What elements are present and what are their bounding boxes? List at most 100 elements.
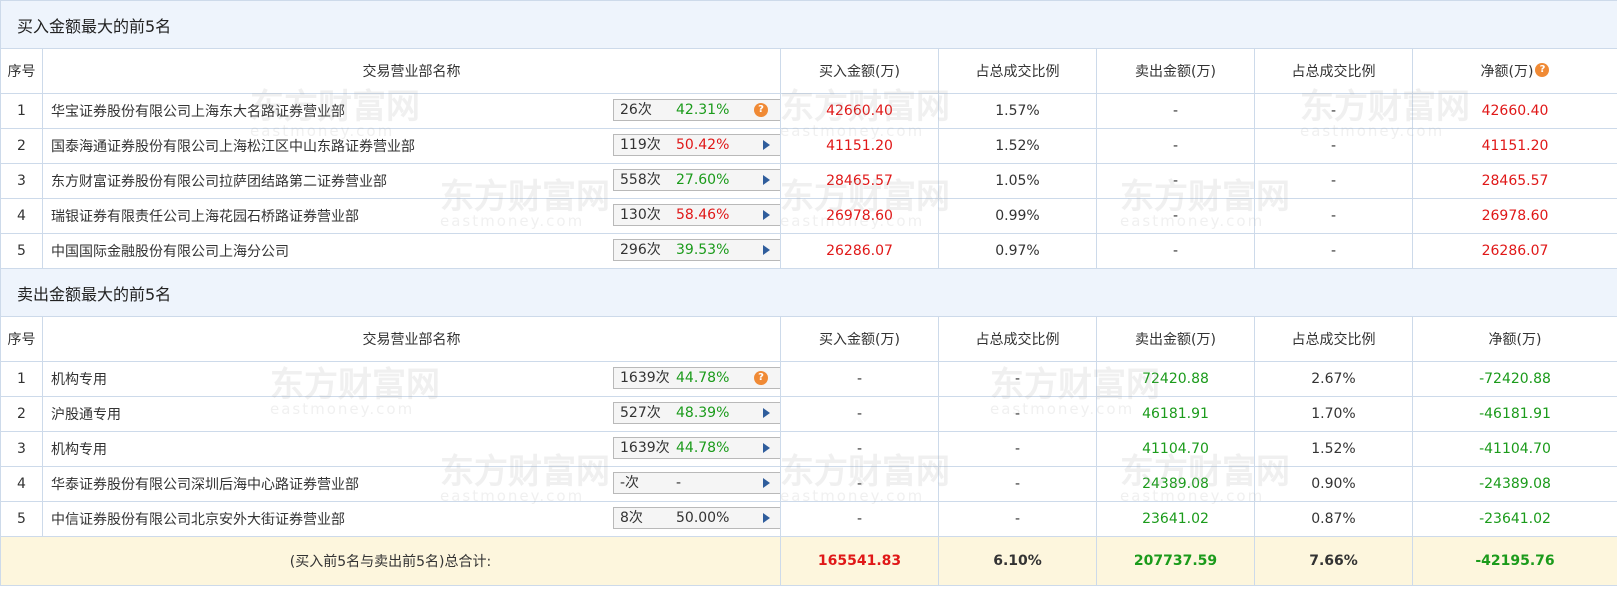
branch-stats-chip[interactable]: 1639次 44.78%: [613, 437, 780, 459]
total-buy-amount: 165541.83: [780, 536, 939, 586]
chip-times: 119次: [620, 137, 661, 153]
row-buy-amount: 41151.20: [780, 128, 939, 164]
row-buy-amount: -: [780, 501, 939, 537]
arrow-right-icon[interactable]: [763, 478, 770, 488]
branch-stats-chip[interactable]: 1639次 44.78% ?: [613, 367, 780, 389]
row-buy-ratio: 0.99%: [938, 198, 1097, 234]
row-buy-ratio: -: [938, 396, 1097, 432]
sell-section-title: 卖出金额最大的前5名: [0, 268, 1617, 317]
row-sell-ratio: 0.87%: [1254, 501, 1413, 537]
chip-times: -次: [620, 475, 640, 491]
table-row: 5 中信证券股份有限公司北京安外大街证券营业部 8次 50.00% - - 23…: [0, 501, 1617, 537]
chip-times: 296次: [620, 242, 661, 258]
row-sell-ratio: 0.90%: [1254, 466, 1413, 502]
question-circle-icon[interactable]: ?: [1535, 63, 1550, 77]
row-sell-ratio: 1.70%: [1254, 396, 1413, 432]
row-branch-cell: 沪股通专用 527次 48.39%: [42, 396, 781, 432]
row-sell-ratio: -: [1254, 198, 1413, 234]
row-branch-name[interactable]: 中信证券股份有限公司北京安外大街证券营业部: [51, 509, 345, 529]
chip-percent: 27.60%: [676, 172, 730, 188]
arrow-right-icon[interactable]: [763, 140, 770, 150]
row-buy-amount: 42660.40: [780, 93, 939, 129]
table-row: 2 沪股通专用 527次 48.39% - - 46181.91 1.70% -…: [0, 396, 1617, 432]
total-label: (买入前5名与卖出前5名)总合计:: [0, 536, 781, 586]
row-branch-cell: 中信证券股份有限公司北京安外大街证券营业部 8次 50.00%: [42, 501, 781, 537]
chip-percent: 42.31%: [676, 102, 730, 118]
row-branch-cell: 瑞银证券有限责任公司上海花园石桥路证券营业部 130次 58.46%: [42, 198, 781, 234]
row-branch-cell: 华宝证券股份有限公司上海东大名路证券营业部 26次 42.31% ?: [42, 93, 781, 129]
col-net-label: 净额(万): [1480, 64, 1534, 80]
row-branch-name[interactable]: 华泰证券股份有限公司深圳后海中心路证券营业部: [51, 474, 359, 494]
col-buy-ratio: 占总成交比例: [938, 316, 1097, 362]
chip-percent: 39.53%: [676, 242, 730, 258]
row-net: 41151.20: [1411, 128, 1617, 164]
row-buy-ratio: -: [938, 431, 1097, 467]
row-net: -41104.70: [1411, 431, 1617, 467]
row-branch-name[interactable]: 华宝证券股份有限公司上海东大名路证券营业部: [51, 101, 345, 121]
chip-times: 1639次: [620, 440, 670, 456]
row-branch-name[interactable]: 机构专用: [51, 369, 107, 389]
row-rank: 4: [0, 198, 43, 234]
branch-stats-chip[interactable]: 130次 58.46%: [613, 204, 780, 226]
table-row: 4 华泰证券股份有限公司深圳后海中心路证券营业部 -次 - - - 24389.…: [0, 466, 1617, 502]
row-branch-name[interactable]: 机构专用: [51, 439, 107, 459]
buy-table-header: 序号 交易营业部名称 买入金额(万) 占总成交比例 卖出金额(万) 占总成交比例…: [0, 48, 1617, 94]
question-circle-icon[interactable]: ?: [754, 371, 768, 385]
row-net: -23641.02: [1411, 501, 1617, 537]
col-sell-amount: 卖出金额(万): [1096, 316, 1255, 362]
row-rank: 1: [0, 361, 43, 397]
arrow-right-icon[interactable]: [763, 443, 770, 453]
row-sell-ratio: -: [1254, 163, 1413, 199]
branch-stats-chip[interactable]: 8次 50.00%: [613, 507, 780, 529]
buy-section-title: 买入金额最大的前5名: [0, 0, 1617, 49]
row-branch-name[interactable]: 瑞银证券有限责任公司上海花园石桥路证券营业部: [51, 206, 359, 226]
row-branch-name[interactable]: 沪股通专用: [51, 404, 121, 424]
table-row: 4 瑞银证券有限责任公司上海花园石桥路证券营业部 130次 58.46% 269…: [0, 198, 1617, 234]
row-branch-cell: 东方财富证券股份有限公司拉萨团结路第二证券营业部 558次 27.60%: [42, 163, 781, 199]
row-net: 28465.57: [1411, 163, 1617, 199]
col-buy-amount: 买入金额(万): [780, 48, 939, 94]
branch-stats-chip[interactable]: 527次 48.39%: [613, 402, 780, 424]
row-net: 42660.40: [1411, 93, 1617, 129]
row-net: 26978.60: [1411, 198, 1617, 234]
arrow-right-icon[interactable]: [763, 513, 770, 523]
row-buy-ratio: 1.57%: [938, 93, 1097, 129]
row-sell-amount: 72420.88: [1096, 361, 1255, 397]
row-sell-amount: 41104.70: [1096, 431, 1255, 467]
col-buy-ratio: 占总成交比例: [938, 48, 1097, 94]
row-branch-cell: 机构专用 1639次 44.78% ?: [42, 361, 781, 397]
row-net: 26286.07: [1411, 233, 1617, 269]
row-rank: 2: [0, 128, 43, 164]
col-sell-amount: 卖出金额(万): [1096, 48, 1255, 94]
arrow-right-icon[interactable]: [763, 408, 770, 418]
branch-stats-chip[interactable]: -次 -: [613, 472, 780, 494]
row-buy-ratio: -: [938, 361, 1097, 397]
row-branch-name[interactable]: 东方财富证券股份有限公司拉萨团结路第二证券营业部: [51, 171, 387, 191]
chip-times: 527次: [620, 405, 661, 421]
branch-stats-chip[interactable]: 119次 50.42%: [613, 134, 780, 156]
branch-stats-chip[interactable]: 296次 39.53%: [613, 239, 780, 261]
col-sell-ratio: 占总成交比例: [1254, 316, 1413, 362]
total-buy-ratio: 6.10%: [938, 536, 1097, 586]
arrow-right-icon[interactable]: [763, 210, 770, 220]
col-sell-ratio: 占总成交比例: [1254, 48, 1413, 94]
arrow-right-icon[interactable]: [763, 245, 770, 255]
sell-section-header: 卖出金额最大的前5名: [0, 268, 1617, 317]
arrow-right-icon[interactable]: [763, 175, 770, 185]
total-net: -42195.76: [1411, 536, 1617, 586]
table-row: 1 机构专用 1639次 44.78% ? - - 72420.88 2.67%…: [0, 361, 1617, 397]
row-buy-amount: -: [780, 431, 939, 467]
row-branch-name[interactable]: 中国国际金融股份有限公司上海分公司: [51, 241, 289, 261]
question-circle-icon[interactable]: ?: [754, 103, 768, 117]
row-buy-ratio: 1.05%: [938, 163, 1097, 199]
row-branch-name[interactable]: 国泰海通证券股份有限公司上海松江区中山东路证券营业部: [51, 136, 415, 156]
chip-times: 558次: [620, 172, 661, 188]
table-row: 2 国泰海通证券股份有限公司上海松江区中山东路证券营业部 119次 50.42%…: [0, 128, 1617, 164]
row-branch-cell: 华泰证券股份有限公司深圳后海中心路证券营业部 -次 -: [42, 466, 781, 502]
chip-percent: 50.42%: [676, 137, 730, 153]
branch-stats-chip[interactable]: 558次 27.60%: [613, 169, 780, 191]
branch-stats-chip[interactable]: 26次 42.31% ?: [613, 99, 780, 121]
row-branch-cell: 中国国际金融股份有限公司上海分公司 296次 39.53%: [42, 233, 781, 269]
sell-table-header: 序号 交易营业部名称 买入金额(万) 占总成交比例 卖出金额(万) 占总成交比例…: [0, 316, 1617, 362]
row-buy-ratio: -: [938, 466, 1097, 502]
